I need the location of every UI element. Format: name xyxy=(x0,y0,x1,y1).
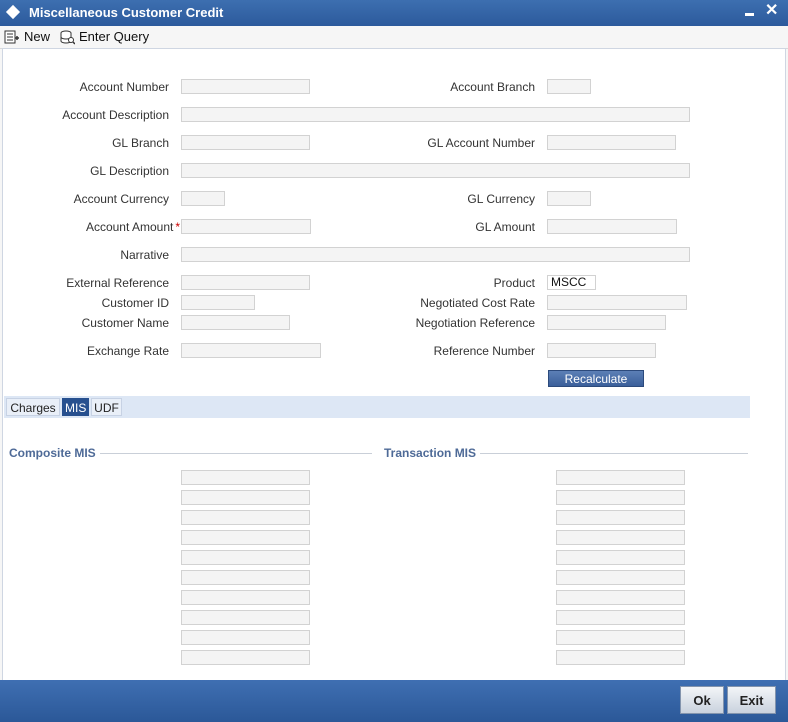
transaction-mis-field[interactable] xyxy=(556,630,685,645)
composite-mis-field[interactable] xyxy=(181,590,310,605)
composite-mis-field[interactable] xyxy=(181,610,310,625)
tab-charges[interactable]: Charges xyxy=(6,398,60,416)
account-number-field[interactable] xyxy=(181,79,310,94)
transaction-mis-field[interactable] xyxy=(556,590,685,605)
footer-bar xyxy=(0,680,788,722)
gl-currency-label: GL Currency xyxy=(467,192,535,206)
account-currency-field[interactable] xyxy=(181,191,225,206)
query-icon xyxy=(60,30,75,45)
account-description-label: Account Description xyxy=(62,108,169,122)
gl-branch-label: GL Branch xyxy=(112,136,169,150)
enter-query-button[interactable]: Enter Query xyxy=(59,29,149,45)
customer-name-label: Customer Name xyxy=(81,316,169,330)
gl-amount-field[interactable] xyxy=(547,219,677,234)
new-label: New xyxy=(24,29,51,44)
reference-number-label: Reference Number xyxy=(433,344,535,358)
transaction-mis-field[interactable] xyxy=(556,530,685,545)
transaction-mis-field[interactable] xyxy=(556,470,685,485)
composite-mis-field[interactable] xyxy=(181,510,310,525)
reference-number-field[interactable] xyxy=(547,343,656,358)
enter-query-label: Enter Query xyxy=(79,29,150,44)
gl-account-number-field[interactable] xyxy=(547,135,676,150)
account-amount-label: Account Amount * xyxy=(20,220,180,234)
required-marker: * xyxy=(175,220,180,234)
composite-mis-title: Composite MIS xyxy=(9,446,100,460)
close-icon[interactable]: ✕ xyxy=(765,2,778,20)
account-amount-text: Account Amount xyxy=(85,220,174,234)
transaction-mis-field[interactable] xyxy=(556,570,685,585)
negotiation-reference-label: Negotiation Reference xyxy=(415,316,535,330)
transaction-mis-field[interactable] xyxy=(556,510,685,525)
account-currency-label: Account Currency xyxy=(73,192,169,206)
gl-account-number-label: GL Account Number xyxy=(427,136,535,150)
account-amount-field[interactable] xyxy=(181,219,311,234)
account-branch-field[interactable] xyxy=(547,79,591,94)
customer-name-field[interactable] xyxy=(181,315,290,330)
transaction-mis-field[interactable] xyxy=(556,650,685,665)
account-number-label: Account Number xyxy=(79,80,169,94)
customer-id-label: Customer ID xyxy=(101,296,169,310)
tab-mis[interactable]: MIS xyxy=(62,398,89,416)
title-bar: Miscellaneous Customer Credit ✕ xyxy=(0,0,788,26)
transaction-mis-field[interactable] xyxy=(556,490,685,505)
gl-currency-field[interactable] xyxy=(547,191,591,206)
exit-button[interactable]: Exit xyxy=(727,686,776,714)
negotiated-cost-rate-label: Negotiated Cost Rate xyxy=(420,296,535,310)
transaction-mis-title: Transaction MIS xyxy=(384,446,481,460)
tab-udf[interactable]: UDF xyxy=(91,398,122,416)
composite-mis-field[interactable] xyxy=(181,550,310,565)
product-label: Product xyxy=(493,276,535,290)
gl-amount-label: GL Amount xyxy=(475,220,535,234)
composite-mis-field[interactable] xyxy=(181,490,310,505)
gl-description-label: GL Description xyxy=(90,164,169,178)
composite-mis-field[interactable] xyxy=(181,530,310,545)
minimize-icon[interactable] xyxy=(745,13,754,16)
new-button[interactable]: New xyxy=(4,29,52,45)
tab-bar: Charges MIS UDF xyxy=(4,396,750,418)
composite-mis-field[interactable] xyxy=(181,470,310,485)
new-document-icon xyxy=(4,30,19,44)
toolbar: New Enter Query xyxy=(0,26,788,49)
external-reference-field[interactable] xyxy=(181,275,310,290)
narrative-label: Narrative xyxy=(120,248,169,262)
composite-mis-field[interactable] xyxy=(181,630,310,645)
external-reference-label: External Reference xyxy=(66,276,169,290)
negotiation-reference-field[interactable] xyxy=(547,315,666,330)
gl-description-field[interactable] xyxy=(181,163,690,178)
negotiated-cost-rate-field[interactable] xyxy=(547,295,687,310)
exchange-rate-label: Exchange Rate xyxy=(86,344,169,358)
exchange-rate-field[interactable] xyxy=(181,343,321,358)
window-icon xyxy=(5,4,21,20)
narrative-field[interactable] xyxy=(181,247,690,262)
window-title: Miscellaneous Customer Credit xyxy=(29,5,224,20)
gl-branch-field[interactable] xyxy=(181,135,310,150)
account-description-field[interactable] xyxy=(181,107,690,122)
ok-button[interactable]: Ok xyxy=(680,686,724,714)
transaction-mis-field[interactable] xyxy=(556,550,685,565)
recalculate-button[interactable]: Recalculate xyxy=(548,370,644,387)
account-branch-label: Account Branch xyxy=(450,80,535,94)
transaction-mis-field[interactable] xyxy=(556,610,685,625)
customer-id-field[interactable] xyxy=(181,295,255,310)
composite-mis-field[interactable] xyxy=(181,570,310,585)
product-field[interactable]: MSCC xyxy=(547,275,596,290)
composite-mis-field[interactable] xyxy=(181,650,310,665)
